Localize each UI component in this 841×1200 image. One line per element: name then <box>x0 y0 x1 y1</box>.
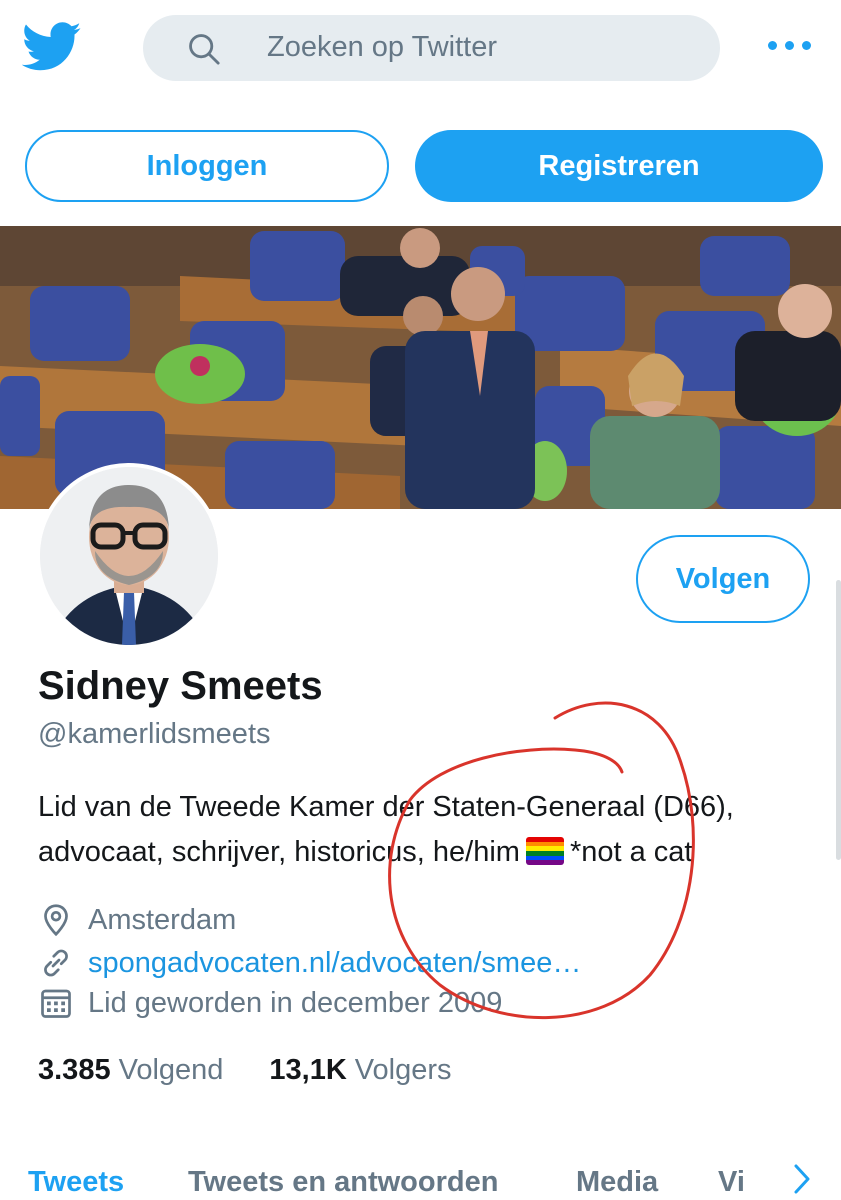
calendar-icon <box>41 989 71 1018</box>
profile-joined-date: Lid geworden in december 2009 <box>38 983 502 1023</box>
bio-line-2-suffix: *not a cat <box>569 836 693 868</box>
search-icon <box>189 34 220 65</box>
profile-website[interactable]: spongadvocaten.nl/advocaten/smee… <box>38 943 581 983</box>
scrollbar[interactable] <box>836 580 841 860</box>
profile-location: Amsterdam <box>38 900 236 940</box>
tab-media[interactable]: Media <box>576 1162 658 1200</box>
chevron-right-icon[interactable] <box>790 1162 814 1196</box>
following-stat[interactable]: 3.385 Volgend <box>38 1050 223 1090</box>
followers-count: 13,1K <box>269 1054 347 1086</box>
more-options-icon[interactable] <box>768 36 812 56</box>
bio-line-2: advocaat, schrijver, historicus, he/him *… <box>38 830 818 875</box>
tab-tweets-and-replies[interactable]: Tweets en antwoorden <box>188 1162 498 1200</box>
bio-line-1: Lid van de Tweede Kamer der Staten-Gener… <box>38 791 734 823</box>
tab-likes[interactable]: Vi <box>718 1162 760 1200</box>
following-count: 3.385 <box>38 1054 111 1086</box>
website-link[interactable]: spongadvocaten.nl/advocaten/smee… <box>88 943 581 983</box>
following-label: Volgend <box>118 1054 224 1086</box>
joined-text: Lid geworden in december 2009 <box>88 987 503 1019</box>
link-icon <box>44 949 68 977</box>
followers-stat[interactable]: 13,1K Volgers <box>269 1050 451 1090</box>
profile-tabs: Tweets Tweets en antwoorden Media Vi <box>0 1150 841 1200</box>
follow-button[interactable]: Volgen <box>636 535 810 623</box>
bio-line-2-text: advocaat, schrijver, historicus, he/him <box>38 836 520 868</box>
login-button[interactable]: Inloggen <box>25 130 389 202</box>
rainbow-flag-icon <box>525 837 564 865</box>
location-pin-icon <box>44 904 68 937</box>
search-input[interactable]: Zoeken op Twitter <box>267 29 497 65</box>
profile-avatar[interactable] <box>36 463 222 649</box>
followers-label: Volgers <box>354 1054 452 1086</box>
profile-handle: @kamerlidsmeets <box>38 718 271 750</box>
register-button[interactable]: Registreren <box>415 130 823 202</box>
search-bar[interactable]: Zoeken op Twitter <box>143 15 720 81</box>
profile-name: Sidney Smeets <box>38 664 323 708</box>
location-text: Amsterdam <box>88 904 237 936</box>
twitter-logo-icon[interactable] <box>21 22 82 72</box>
profile-bio: Lid van de Tweede Kamer der Staten-Gener… <box>38 785 818 875</box>
tab-tweets[interactable]: Tweets <box>28 1162 124 1200</box>
profile-stats: 3.385 Volgend 13,1K Volgers <box>38 1050 498 1090</box>
